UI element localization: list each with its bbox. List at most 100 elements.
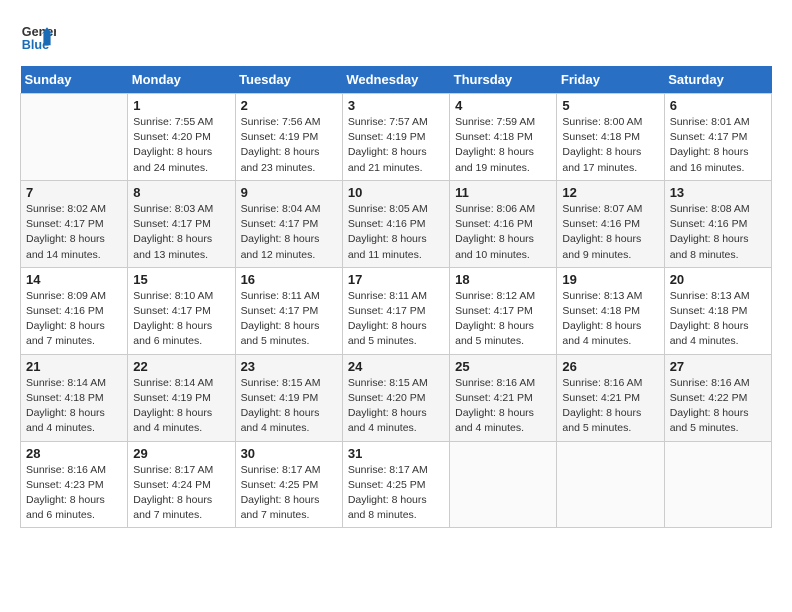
day-info: Sunrise: 8:16 AMSunset: 4:21 PMDaylight:…	[455, 376, 551, 437]
day-info: Sunrise: 8:14 AMSunset: 4:19 PMDaylight:…	[133, 376, 229, 437]
day-info: Sunrise: 8:16 AMSunset: 4:22 PMDaylight:…	[670, 376, 766, 437]
calendar-cell: 29 Sunrise: 8:17 AMSunset: 4:24 PMDayligh…	[128, 441, 235, 528]
calendar-cell: 30Sunrise: 8:17 AMSunset: 4:25 PMDayligh…	[235, 441, 342, 528]
calendar-cell: 26Sunrise: 8:16 AMSunset: 4:21 PMDayligh…	[557, 354, 664, 441]
day-number: 25	[455, 359, 551, 374]
day-info: Sunrise: 8:17 AMSunset: 4:24 PMDaylight:…	[133, 463, 229, 524]
day-info: Sunrise: 7:59 AMSunset: 4:18 PMDaylight:…	[455, 115, 551, 176]
day-info: Sunrise: 8:01 AMSunset: 4:17 PMDaylight:…	[670, 115, 766, 176]
day-info: Sunrise: 8:08 AMSunset: 4:16 PMDaylight:…	[670, 202, 766, 263]
calendar-cell: 18 Sunrise: 8:12 AMSunset: 4:17 PMDayligh…	[450, 267, 557, 354]
day-number: 27	[670, 359, 766, 374]
day-info: Sunrise: 8:12 AMSunset: 4:17 PMDaylight:…	[455, 289, 551, 350]
day-info: Sunrise: 8:13 AMSunset: 4:18 PMDaylight:…	[562, 289, 658, 350]
calendar-cell: 23 Sunrise: 8:15 AMSunset: 4:19 PMDayligh…	[235, 354, 342, 441]
week-row-4: 21 Sunrise: 8:14 AMSunset: 4:18 PMDayligh…	[21, 354, 772, 441]
day-info: Sunrise: 8:15 AMSunset: 4:20 PMDaylight:…	[348, 376, 444, 437]
calendar-cell: 12 Sunrise: 8:07 AMSunset: 4:16 PMDayligh…	[557, 180, 664, 267]
calendar-cell: 10Sunrise: 8:05 AMSunset: 4:16 PMDayligh…	[342, 180, 449, 267]
calendar-cell: 9Sunrise: 8:04 AMSunset: 4:17 PMDaylight…	[235, 180, 342, 267]
calendar-cell: 13 Sunrise: 8:08 AMSunset: 4:16 PMDayligh…	[664, 180, 771, 267]
week-row-2: 7 Sunrise: 8:02 AMSunset: 4:17 PMDaylight…	[21, 180, 772, 267]
weekday-header-sunday: Sunday	[21, 66, 128, 94]
day-number: 22	[133, 359, 229, 374]
day-number: 28	[26, 446, 122, 461]
calendar-cell: 5 Sunrise: 8:00 AMSunset: 4:18 PMDaylight…	[557, 94, 664, 181]
day-info: Sunrise: 8:00 AMSunset: 4:18 PMDaylight:…	[562, 115, 658, 176]
day-number: 29	[133, 446, 229, 461]
day-number: 15	[133, 272, 229, 287]
weekday-header-monday: Monday	[128, 66, 235, 94]
day-info: Sunrise: 8:11 AMSunset: 4:17 PMDaylight:…	[241, 289, 337, 350]
day-number: 12	[562, 185, 658, 200]
day-info: Sunrise: 8:16 AMSunset: 4:23 PMDaylight:…	[26, 463, 122, 524]
calendar-cell: 21 Sunrise: 8:14 AMSunset: 4:18 PMDayligh…	[21, 354, 128, 441]
calendar-cell: 7 Sunrise: 8:02 AMSunset: 4:17 PMDaylight…	[21, 180, 128, 267]
day-info: Sunrise: 8:17 AMSunset: 4:25 PMDaylight:…	[241, 463, 337, 524]
day-number: 6	[670, 98, 766, 113]
day-number: 18	[455, 272, 551, 287]
day-info: Sunrise: 8:16 AMSunset: 4:21 PMDaylight:…	[562, 376, 658, 437]
calendar-cell	[450, 441, 557, 528]
day-number: 14	[26, 272, 122, 287]
calendar-cell: 25 Sunrise: 8:16 AMSunset: 4:21 PMDayligh…	[450, 354, 557, 441]
calendar-cell: 28 Sunrise: 8:16 AMSunset: 4:23 PMDayligh…	[21, 441, 128, 528]
day-info: Sunrise: 8:11 AMSunset: 4:17 PMDaylight:…	[348, 289, 444, 350]
logo-icon: General Blue	[20, 20, 56, 56]
day-info: Sunrise: 8:05 AMSunset: 4:16 PMDaylight:…	[348, 202, 444, 263]
day-info: Sunrise: 8:03 AMSunset: 4:17 PMDaylight:…	[133, 202, 229, 263]
day-info: Sunrise: 7:57 AMSunset: 4:19 PMDaylight:…	[348, 115, 444, 176]
weekday-header-tuesday: Tuesday	[235, 66, 342, 94]
day-number: 3	[348, 98, 444, 113]
day-number: 20	[670, 272, 766, 287]
calendar-table: SundayMondayTuesdayWednesdayThursdayFrid…	[20, 66, 772, 528]
calendar-cell: 3 Sunrise: 7:57 AMSunset: 4:19 PMDaylight…	[342, 94, 449, 181]
day-info: Sunrise: 8:13 AMSunset: 4:18 PMDaylight:…	[670, 289, 766, 350]
calendar-cell: 2 Sunrise: 7:56 AMSunset: 4:19 PMDaylight…	[235, 94, 342, 181]
day-number: 2	[241, 98, 337, 113]
weekday-header-saturday: Saturday	[664, 66, 771, 94]
calendar-cell: 19 Sunrise: 8:13 AMSunset: 4:18 PMDayligh…	[557, 267, 664, 354]
calendar-cell: 4 Sunrise: 7:59 AMSunset: 4:18 PMDaylight…	[450, 94, 557, 181]
calendar-cell: 31 Sunrise: 8:17 AMSunset: 4:25 PMDayligh…	[342, 441, 449, 528]
calendar-cell: 27 Sunrise: 8:16 AMSunset: 4:22 PMDayligh…	[664, 354, 771, 441]
day-number: 13	[670, 185, 766, 200]
calendar-cell: 22 Sunrise: 8:14 AMSunset: 4:19 PMDayligh…	[128, 354, 235, 441]
day-number: 19	[562, 272, 658, 287]
day-number: 9	[241, 185, 337, 200]
day-info: Sunrise: 7:56 AMSunset: 4:19 PMDaylight:…	[241, 115, 337, 176]
calendar-cell: 15 Sunrise: 8:10 AMSunset: 4:17 PMDayligh…	[128, 267, 235, 354]
day-number: 5	[562, 98, 658, 113]
calendar-cell: 24 Sunrise: 8:15 AMSunset: 4:20 PMDayligh…	[342, 354, 449, 441]
calendar-cell: 16 Sunrise: 8:11 AMSunset: 4:17 PMDayligh…	[235, 267, 342, 354]
day-info: Sunrise: 8:15 AMSunset: 4:19 PMDaylight:…	[241, 376, 337, 437]
day-info: Sunrise: 8:14 AMSunset: 4:18 PMDaylight:…	[26, 376, 122, 437]
day-info: Sunrise: 8:02 AMSunset: 4:17 PMDaylight:…	[26, 202, 122, 263]
weekday-header-wednesday: Wednesday	[342, 66, 449, 94]
day-number: 23	[241, 359, 337, 374]
day-number: 8	[133, 185, 229, 200]
calendar-cell	[21, 94, 128, 181]
day-info: Sunrise: 8:17 AMSunset: 4:25 PMDaylight:…	[348, 463, 444, 524]
day-number: 16	[241, 272, 337, 287]
day-number: 11	[455, 185, 551, 200]
day-info: Sunrise: 8:10 AMSunset: 4:17 PMDaylight:…	[133, 289, 229, 350]
day-info: Sunrise: 8:09 AMSunset: 4:16 PMDaylight:…	[26, 289, 122, 350]
week-row-1: 1Sunrise: 7:55 AMSunset: 4:20 PMDaylight…	[21, 94, 772, 181]
week-row-3: 14 Sunrise: 8:09 AMSunset: 4:16 PMDayligh…	[21, 267, 772, 354]
calendar-cell: 11 Sunrise: 8:06 AMSunset: 4:16 PMDayligh…	[450, 180, 557, 267]
day-number: 7	[26, 185, 122, 200]
calendar-cell: 17Sunrise: 8:11 AMSunset: 4:17 PMDayligh…	[342, 267, 449, 354]
day-number: 31	[348, 446, 444, 461]
day-info: Sunrise: 8:07 AMSunset: 4:16 PMDaylight:…	[562, 202, 658, 263]
day-number: 4	[455, 98, 551, 113]
day-number: 24	[348, 359, 444, 374]
logo: General Blue	[20, 20, 56, 56]
calendar-cell: 8 Sunrise: 8:03 AMSunset: 4:17 PMDaylight…	[128, 180, 235, 267]
calendar-cell: 14 Sunrise: 8:09 AMSunset: 4:16 PMDayligh…	[21, 267, 128, 354]
day-number: 21	[26, 359, 122, 374]
calendar-cell	[664, 441, 771, 528]
day-info: Sunrise: 8:06 AMSunset: 4:16 PMDaylight:…	[455, 202, 551, 263]
week-row-5: 28 Sunrise: 8:16 AMSunset: 4:23 PMDayligh…	[21, 441, 772, 528]
calendar-cell: 6 Sunrise: 8:01 AMSunset: 4:17 PMDaylight…	[664, 94, 771, 181]
